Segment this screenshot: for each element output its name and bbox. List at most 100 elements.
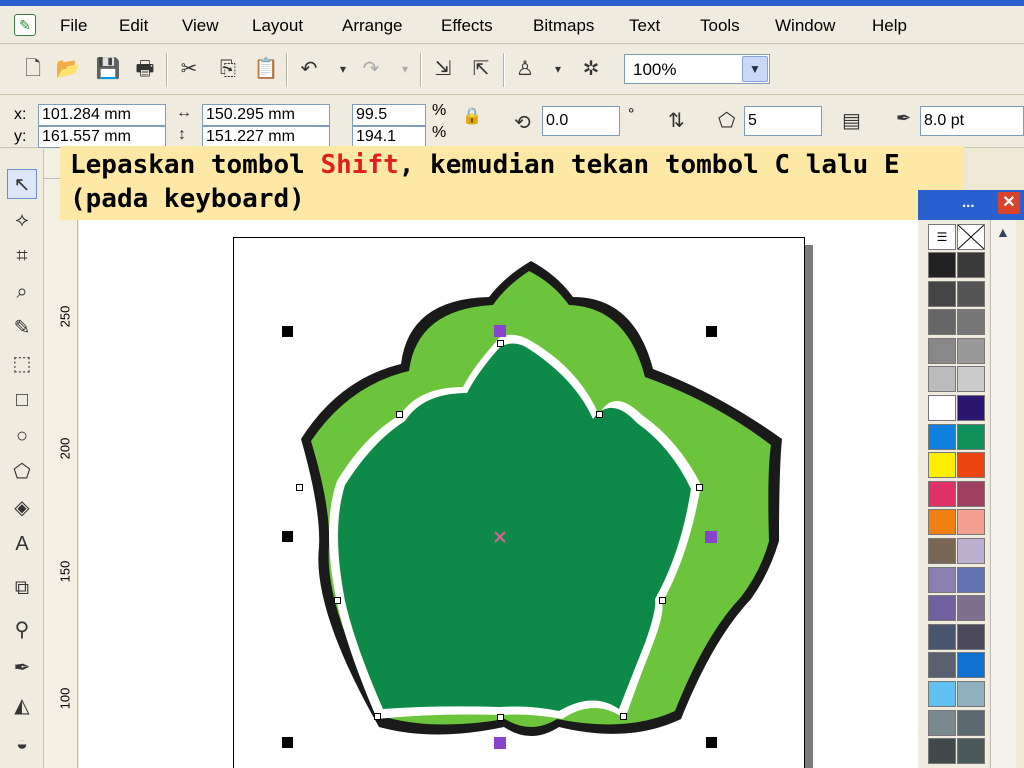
freehand-tool-icon[interactable]: ✎	[7, 313, 37, 343]
color-swatch[interactable]	[928, 595, 956, 622]
selection-handle[interactable]	[282, 737, 293, 748]
palette-options-icon[interactable]: ☰	[928, 224, 956, 250]
polygon-node[interactable]	[494, 737, 506, 749]
y-position-field[interactable]: 161.557 mm	[38, 126, 166, 148]
lock-ratio-icon[interactable]: 🔒	[462, 106, 482, 126]
color-swatch[interactable]	[928, 423, 956, 450]
pick-tool-icon[interactable]: ↖	[7, 169, 37, 199]
chevron-up-icon[interactable]: ▲	[996, 224, 1010, 240]
paste-icon[interactable]: 📋	[253, 56, 279, 82]
height-field[interactable]: 151.227 mm	[202, 126, 330, 148]
menu-layout[interactable]: Layout	[252, 16, 303, 36]
color-swatch[interactable]	[957, 395, 985, 421]
color-swatch[interactable]	[957, 309, 985, 336]
copy-icon[interactable]: ⎘	[215, 56, 241, 82]
flower-drawing[interactable]	[79, 179, 918, 768]
rotation-angle-field[interactable]: 0.0	[542, 106, 620, 136]
color-swatch[interactable]	[957, 366, 985, 393]
menu-window[interactable]: Window	[775, 16, 835, 36]
outline-tool-icon[interactable]: ✒	[7, 653, 37, 683]
color-swatch[interactable]	[957, 452, 985, 479]
interactive-fill-tool-icon[interactable]: ◒	[7, 729, 37, 759]
import-icon[interactable]: ⇲	[430, 56, 456, 82]
path-node[interactable]	[497, 340, 504, 347]
zoom-level-select[interactable]: 100% ▼	[624, 54, 770, 84]
smart-fill-tool-icon[interactable]: ⬚	[7, 349, 37, 379]
path-node[interactable]	[296, 484, 303, 491]
fill-tool-icon[interactable]: ◭	[7, 691, 37, 721]
menu-arrange[interactable]: Arrange	[342, 16, 402, 36]
color-swatch[interactable]	[957, 623, 985, 650]
crop-tool-icon[interactable]: ⌗	[7, 241, 37, 271]
color-swatch[interactable]	[957, 709, 985, 736]
selection-handle[interactable]	[706, 737, 717, 748]
color-swatch[interactable]	[928, 623, 956, 650]
color-swatch[interactable]	[928, 509, 956, 536]
color-swatch[interactable]	[928, 395, 956, 421]
path-node[interactable]	[334, 597, 341, 604]
scale-y-field[interactable]: 194.1	[352, 126, 426, 148]
drawing-canvas[interactable]	[79, 179, 918, 768]
menu-bitmaps[interactable]: Bitmaps	[533, 16, 594, 36]
open-file-icon[interactable]: 📂	[55, 56, 81, 82]
color-swatch[interactable]	[957, 423, 985, 450]
undo-icon[interactable]: ↶	[296, 56, 322, 82]
path-node[interactable]	[374, 713, 381, 720]
color-swatch[interactable]	[928, 480, 956, 507]
color-swatch[interactable]	[957, 252, 985, 278]
shape-tool-icon[interactable]: ⟡	[7, 205, 37, 235]
eyedropper-tool-icon[interactable]: ⚲	[7, 615, 37, 645]
cut-icon[interactable]: ✂	[176, 56, 202, 82]
no-color-swatch[interactable]	[957, 224, 985, 250]
menu-text[interactable]: Text	[629, 16, 660, 36]
vertical-ruler[interactable]: 250 200 150 100	[44, 179, 78, 768]
scale-x-field[interactable]: 99.5	[352, 104, 426, 126]
polygon-node[interactable]	[494, 325, 506, 337]
color-swatch[interactable]	[957, 566, 985, 593]
basic-shapes-tool-icon[interactable]: ◈	[7, 493, 37, 523]
color-swatch[interactable]	[957, 681, 985, 707]
launcher-dropdown-icon[interactable]: ▾	[545, 56, 571, 82]
save-icon[interactable]: 💾	[95, 56, 121, 82]
rectangle-tool-icon[interactable]: □	[7, 385, 37, 415]
ellipse-tool-icon[interactable]: ○	[7, 421, 37, 451]
polygon-node[interactable]	[705, 531, 717, 543]
menu-file[interactable]: File	[60, 16, 87, 36]
path-node[interactable]	[696, 484, 703, 491]
menu-effects[interactable]: Effects	[441, 16, 493, 36]
menu-edit[interactable]: Edit	[119, 16, 148, 36]
path-node[interactable]	[497, 714, 504, 721]
color-swatch[interactable]	[928, 681, 956, 707]
menu-tools[interactable]: Tools	[700, 16, 740, 36]
color-swatch[interactable]	[957, 538, 985, 564]
print-icon[interactable]: 🖶	[132, 56, 158, 82]
wrap-text-icon[interactable]: ▤	[842, 108, 861, 133]
zoom-tool-icon[interactable]: ⌕	[7, 277, 37, 307]
color-swatch[interactable]	[928, 538, 956, 564]
redo-icon[interactable]: ↷	[358, 56, 384, 82]
color-swatch[interactable]	[957, 509, 985, 536]
app-icon[interactable]: ✎	[14, 14, 36, 36]
close-icon[interactable]: ✕	[998, 192, 1020, 214]
color-swatch[interactable]	[957, 337, 985, 364]
palette-scrollbar[interactable]: ▲	[990, 220, 1016, 768]
color-swatch[interactable]	[928, 337, 956, 364]
chevron-down-icon[interactable]: ▼	[742, 56, 768, 82]
path-node[interactable]	[396, 411, 403, 418]
polygon-tool-icon[interactable]: ⬠	[7, 457, 37, 487]
mirror-icon[interactable]: ⇅	[668, 108, 685, 133]
color-swatch[interactable]	[957, 595, 985, 622]
selection-handle[interactable]	[282, 326, 293, 337]
color-swatch[interactable]	[928, 366, 956, 393]
color-swatch[interactable]	[928, 280, 956, 307]
color-swatch[interactable]	[928, 566, 956, 593]
selection-handle[interactable]	[706, 326, 717, 337]
application-launcher-icon[interactable]: ♙	[512, 56, 538, 82]
text-tool-icon[interactable]: A	[7, 529, 37, 559]
undo-dropdown-icon[interactable]: ▾	[330, 56, 356, 82]
selection-handle[interactable]	[282, 531, 293, 542]
outline-width-field[interactable]: 8.0 pt	[920, 106, 1024, 136]
path-node[interactable]	[620, 713, 627, 720]
width-field[interactable]: 150.295 mm	[202, 104, 330, 126]
path-node[interactable]	[596, 411, 603, 418]
